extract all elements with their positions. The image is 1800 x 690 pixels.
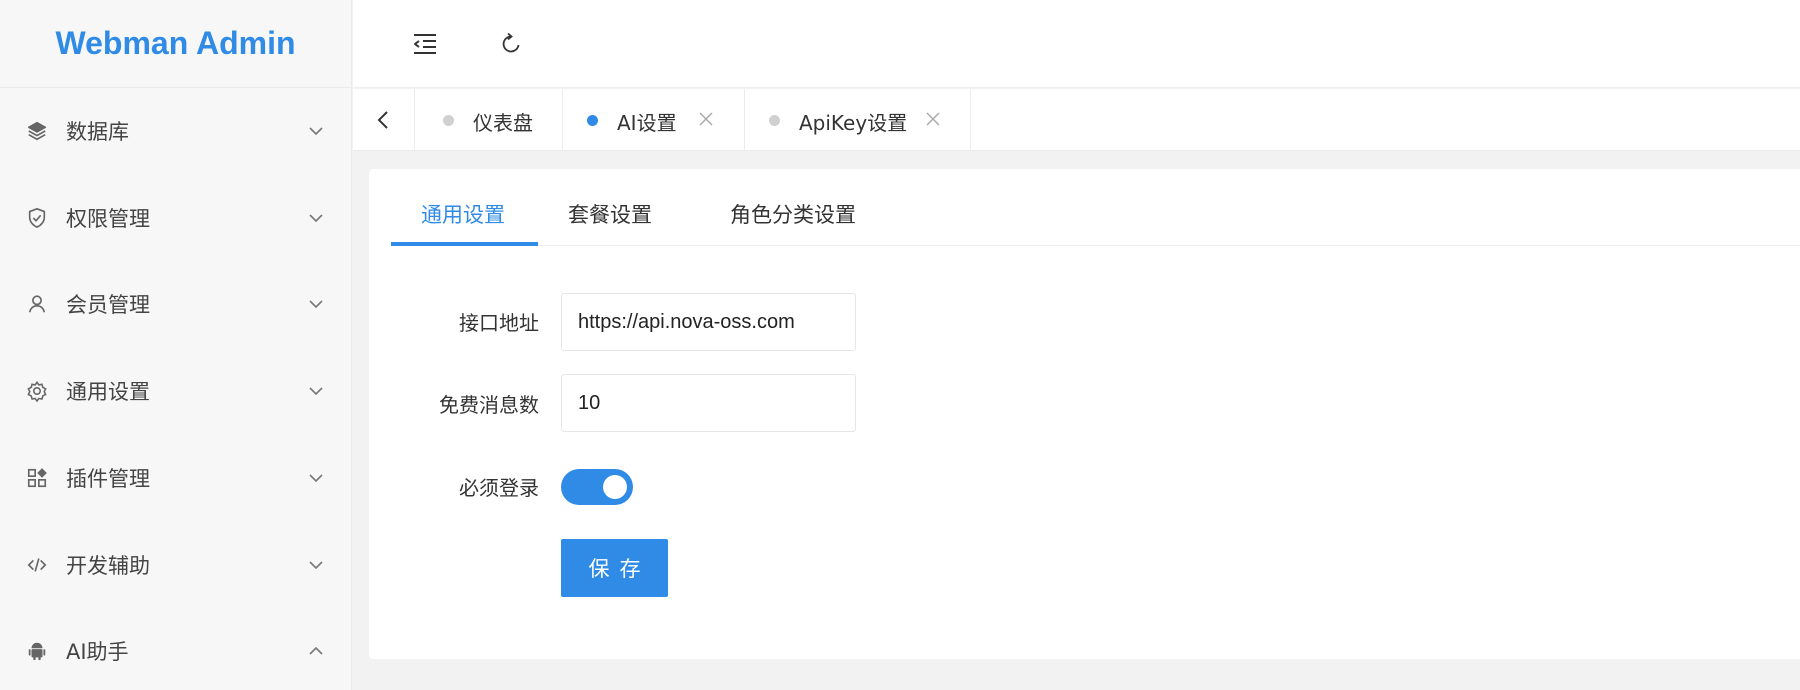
shield-check-icon [25,206,49,230]
subtab-general[interactable]: 通用设置 [421,199,505,229]
settings-subtabs: 通用设置 套餐设置 角色分类设置 [391,169,1800,246]
close-icon[interactable] [923,109,943,129]
menu-fold-icon[interactable] [405,24,445,64]
tab-bar: 仪表盘 AI设置 ApiKey设置 [353,89,1800,151]
sidebar-item-label: 通用设置 [66,380,150,404]
subtab-packages[interactable]: 套餐设置 [568,199,652,229]
free-messages-input[interactable] [561,374,856,432]
sidebar: Webman Admin 数据库 权限管理 会员管理 通用设置 插件管理 开发辅… [0,0,352,690]
sidebar-item-ai-assistant[interactable]: AI助手 [0,622,352,680]
api-url-input[interactable] [561,293,856,351]
app-logo: Webman Admin [0,0,351,88]
chevron-down-icon [305,380,327,402]
tab-status-dot [769,115,780,126]
sidebar-item-label: 插件管理 [66,467,150,491]
tab-status-dot [587,115,598,126]
chevron-down-icon [305,554,327,576]
chevron-down-icon [305,120,327,142]
tab-label: 仪表盘 [473,111,533,135]
sidebar-item-label: AI助手 [66,640,129,664]
settings-card: 通用设置 套餐设置 角色分类设置 接口地址 免费消息数 必须登录 保存 [369,169,1800,659]
tab-label: ApiKey设置 [799,111,908,135]
toggle-knob [603,475,627,499]
chevron-down-icon [305,293,327,315]
tab-status-dot [443,115,454,126]
tab-dashboard[interactable]: 仪表盘 [415,89,563,151]
subtab-role-categories[interactable]: 角色分类设置 [730,199,856,229]
tab-ai-settings[interactable]: AI设置 [563,89,745,151]
gear-icon [25,379,49,403]
sidebar-item-members[interactable]: 会员管理 [0,275,352,333]
sidebar-item-permissions[interactable]: 权限管理 [0,189,352,247]
android-icon [25,639,49,663]
chevron-down-icon [305,207,327,229]
apps-icon [25,466,49,490]
sidebar-item-dev-tools[interactable]: 开发辅助 [0,536,352,594]
save-button[interactable]: 保存 [561,539,668,597]
sidebar-item-label: 权限管理 [66,207,150,231]
close-icon[interactable] [696,109,716,129]
user-icon [25,292,49,316]
refresh-icon[interactable] [491,24,531,64]
layers-icon [25,119,49,143]
sidebar-item-label: 开发辅助 [66,554,150,578]
sidebar-item-plugins[interactable]: 插件管理 [0,449,352,507]
api-url-label: 接口地址 [459,311,539,335]
code-icon [25,553,49,577]
sidebar-item-label: 会员管理 [66,293,150,317]
require-login-label: 必须登录 [459,476,539,500]
active-tab-indicator [391,242,538,246]
tab-apikey-settings[interactable]: ApiKey设置 [745,89,971,151]
chevron-up-icon [305,640,327,662]
sidebar-item-general-settings[interactable]: 通用设置 [0,362,352,420]
top-bar [353,0,1800,88]
tab-label: AI设置 [617,111,677,135]
free-messages-label: 免费消息数 [439,393,539,417]
require-login-toggle[interactable] [561,469,633,505]
chevron-down-icon [305,467,327,489]
sidebar-item-label: 数据库 [66,120,129,144]
chevron-left-icon[interactable] [353,89,415,151]
sidebar-item-database[interactable]: 数据库 [0,102,352,160]
